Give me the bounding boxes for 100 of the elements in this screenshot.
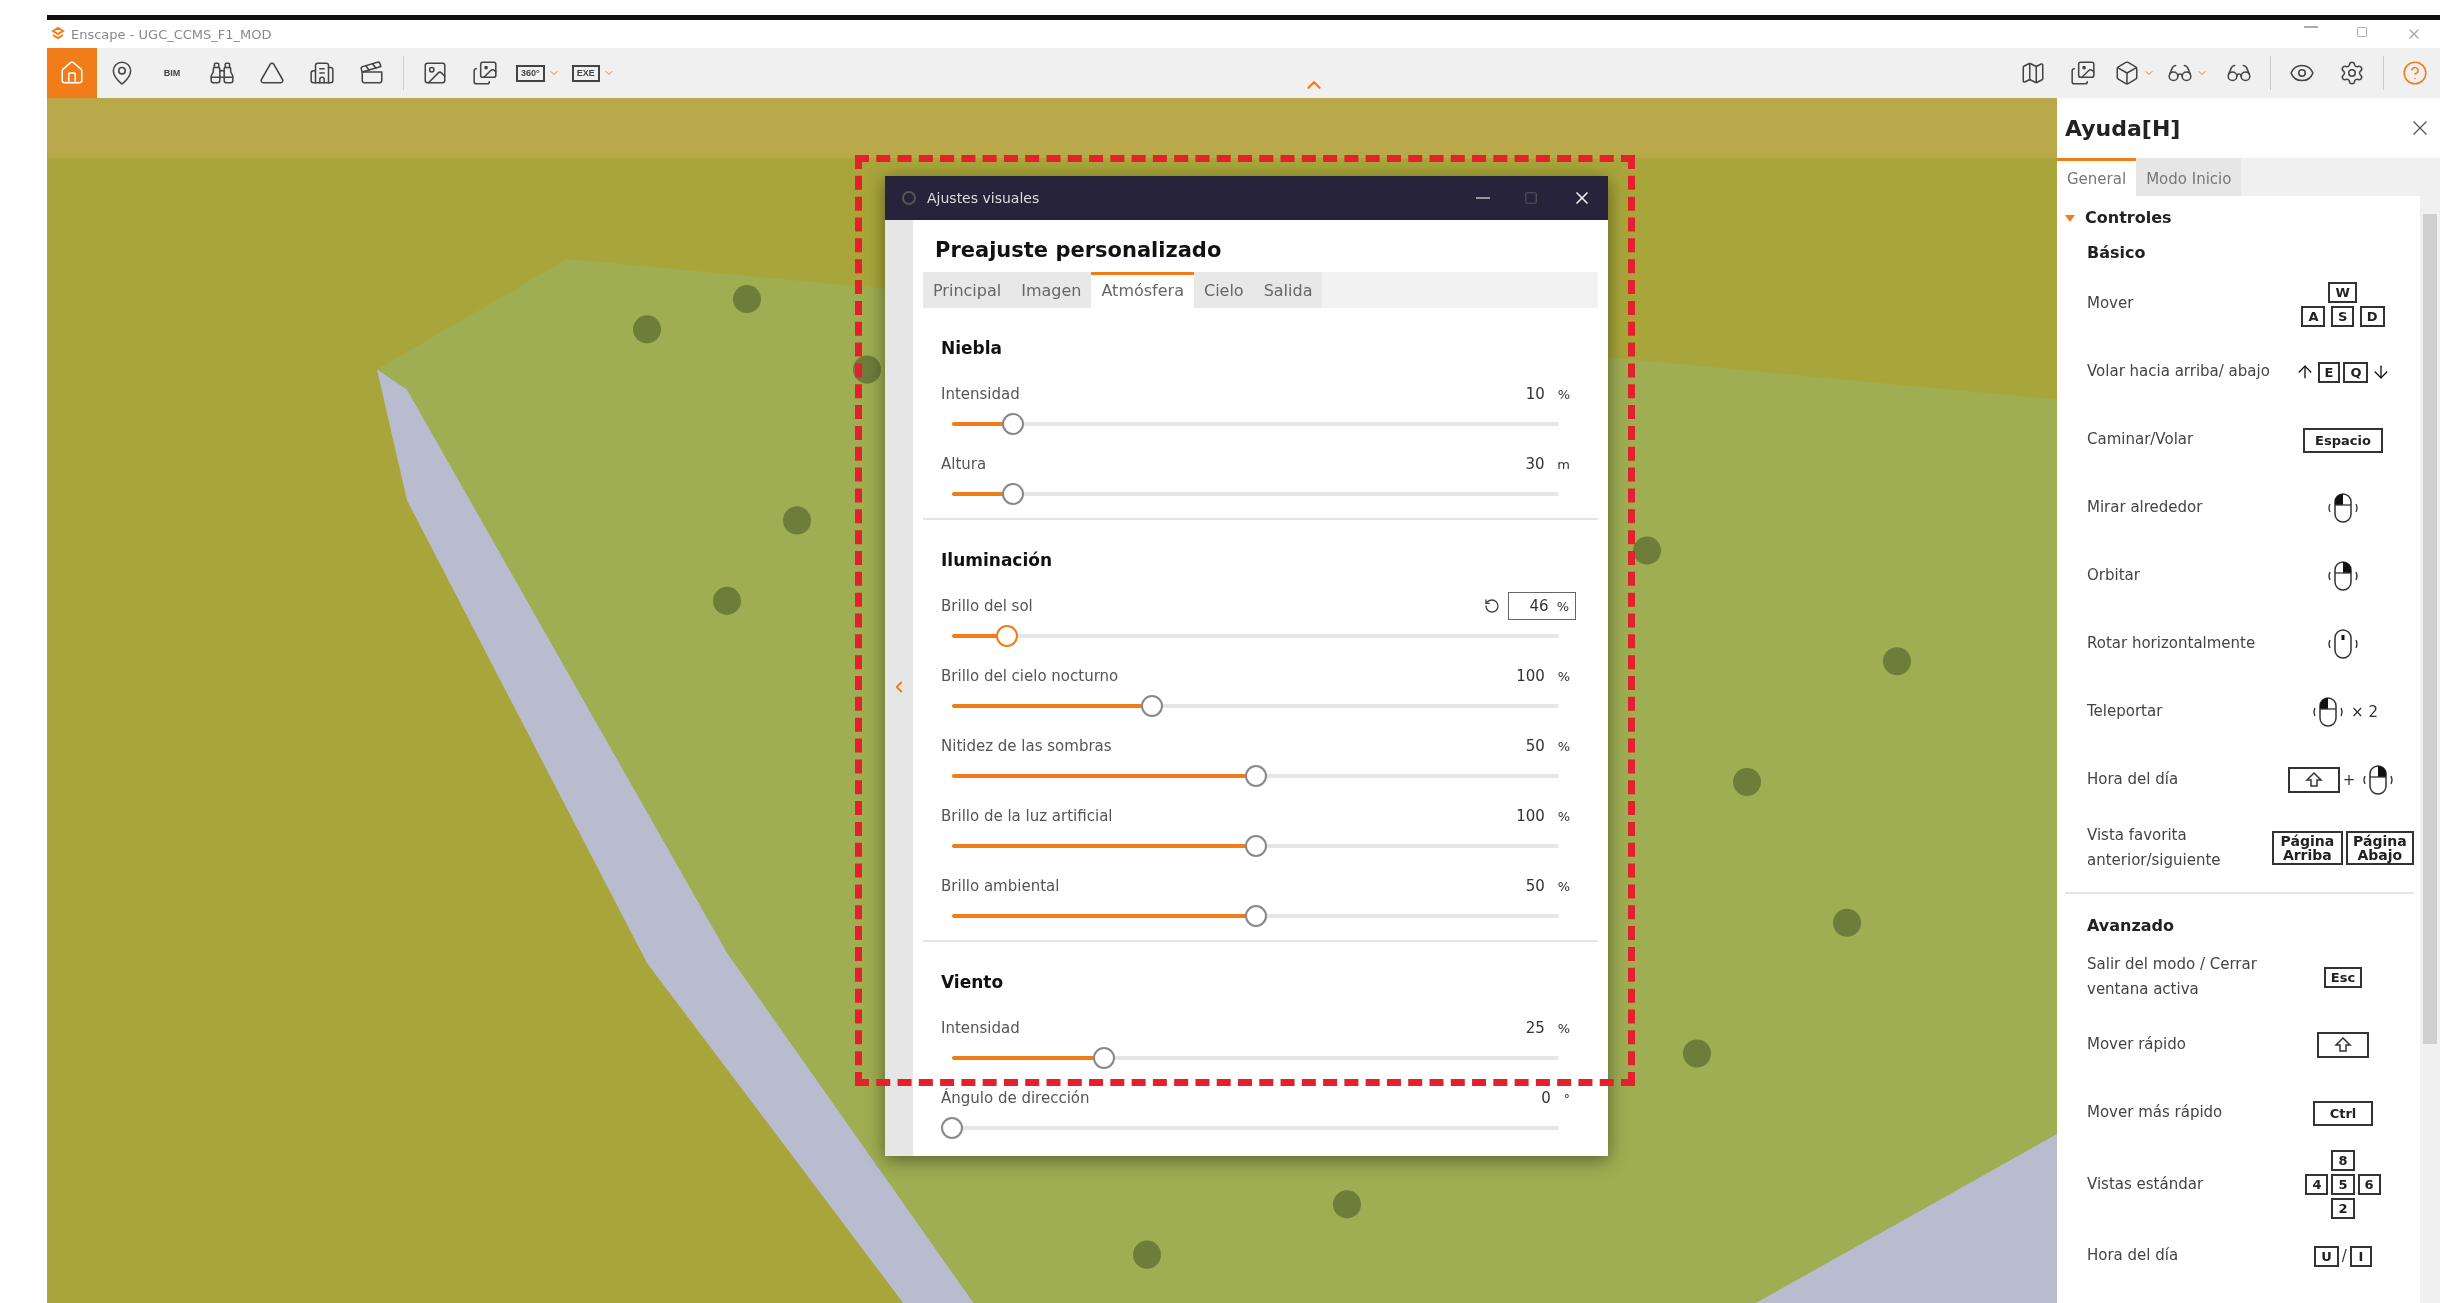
tab[interactable]: General <box>2057 158 2137 196</box>
tab[interactable]: Salida <box>1253 272 1323 308</box>
key-cap: E <box>2317 361 2341 383</box>
toolbar-button[interactable]: BIM <box>147 48 197 98</box>
maximize-button[interactable] <box>1524 191 1538 205</box>
key-cap: 8 <box>2331 1150 2355 1171</box>
section-title: Avanzado <box>2086 915 2175 937</box>
control-label: Hora del día <box>2087 1245 2180 1267</box>
key-cap: 4 <box>2305 1174 2329 1195</box>
section-title: Básico <box>2086 242 2147 264</box>
key-cap: I <box>2349 1245 2372 1267</box>
slider-label: Ángulo de dirección <box>941 1089 1090 1107</box>
building-icon <box>309 60 335 86</box>
slider-thumb[interactable] <box>1244 905 1267 927</box>
reset-icon <box>1484 598 1500 614</box>
toolbar-button[interactable]: EXE <box>565 48 621 98</box>
key-cap: D <box>2359 305 2385 327</box>
slider-thumb[interactable] <box>1141 695 1164 717</box>
slider-thumb[interactable] <box>995 625 1018 647</box>
slider-thumb[interactable] <box>1001 413 1024 435</box>
images-export-icon <box>472 60 498 86</box>
control-label: Caminar/Volar <box>2087 429 2195 451</box>
house-icon <box>59 60 85 86</box>
panel-title: Ayuda[H] <box>2065 115 2181 141</box>
maximize-icon <box>1524 191 1538 205</box>
map-icon <box>2020 60 2046 86</box>
slider-label: Brillo ambiental <box>941 877 1060 895</box>
slider-label: Brillo del cielo nocturno <box>941 667 1119 685</box>
control-label: Mover más rápido <box>2087 1102 2224 1124</box>
shift-key-icon <box>2287 767 2340 793</box>
key-cap: 5 <box>2331 1174 2355 1195</box>
tab[interactable]: Imagen <box>1011 272 1092 308</box>
app-logo-icon <box>51 27 65 41</box>
key-cap: Espacio <box>2303 427 2383 453</box>
control-label: Volar hacia arriba/ abajo <box>2087 361 2271 383</box>
tab[interactable]: Principal <box>923 272 1012 308</box>
slider-label: Intensidad <box>941 1019 1020 1037</box>
slider-thumb[interactable] <box>1092 1047 1115 1069</box>
slider-thumb[interactable] <box>941 1117 963 1139</box>
slider-reading: 0 ° <box>1541 1089 1571 1107</box>
window-title: Enscape - UGC_CCMS_F1_MOD <box>71 26 272 42</box>
slider-label: Brillo de la luz artificial <box>941 807 1113 825</box>
labeled-icon: EXE <box>571 64 600 82</box>
slider-label: Nitidez de las sombras <box>941 737 1112 755</box>
multiplier-text: × 2 <box>2351 703 2378 721</box>
slider-thumb[interactable] <box>1244 765 1267 787</box>
slider-thumb[interactable] <box>1001 483 1024 505</box>
dialog-title: Ajustes visuales <box>927 190 1040 206</box>
scrollbar[interactable] <box>2420 196 2440 1303</box>
key-cap: 2 <box>2331 1198 2355 1219</box>
section-title: Niebla <box>941 338 1004 358</box>
settings-icon <box>2339 60 2365 86</box>
dialog-logo-icon <box>901 190 917 206</box>
section-title: Iluminación <box>941 550 1054 570</box>
slider-reading: 50 % <box>1525 877 1571 895</box>
plus-text: + <box>2342 771 2356 789</box>
slider-reading: 10 % <box>1525 385 1571 403</box>
key-cap: A <box>2301 305 2326 327</box>
disclosure-triangle-icon <box>2065 212 2075 223</box>
section-title: Viento <box>941 972 1005 992</box>
tab[interactable]: Atmósfera <box>1091 272 1194 308</box>
slider-reading: 30 m <box>1525 455 1571 473</box>
value-field[interactable]: 46 % <box>1508 592 1576 620</box>
slider-reading: 100 % <box>1516 807 1571 825</box>
control-label: Hora del día <box>2087 769 2180 791</box>
control-label: Mirar alrededor <box>2087 497 2204 519</box>
control-label: Vistas estándar <box>2087 1173 2205 1195</box>
control-label: Mover rápido <box>2087 1034 2187 1056</box>
labeled-icon: BIM <box>160 66 184 80</box>
minimize-icon <box>1476 197 1490 199</box>
shift-key-icon <box>2317 1032 2369 1058</box>
slider-reading: 50 % <box>1525 737 1571 755</box>
key-cap: Q <box>2343 361 2369 383</box>
key-cap: 6 <box>2357 1174 2381 1195</box>
slider-label: Altura <box>941 455 987 473</box>
control-label: Vista favorita anterior/siguiente <box>2087 824 2222 871</box>
toolbar-button[interactable]: 360° <box>510 48 566 98</box>
minimize-icon <box>2304 26 2318 28</box>
key-cap: Esc <box>2323 966 2363 988</box>
cube-icon <box>2114 60 2140 86</box>
tab[interactable]: Cielo <box>1193 272 1254 308</box>
image-export-icon <box>422 60 448 86</box>
key-cap: U <box>2314 1245 2339 1267</box>
control-label: Teleportar <box>2087 701 2164 723</box>
control-label: Orbitar <box>2087 565 2141 587</box>
binoculars-icon <box>209 60 235 86</box>
key-cap: S <box>2330 305 2355 327</box>
slider-thumb[interactable] <box>1244 835 1267 857</box>
reset-button[interactable] <box>1484 598 1500 614</box>
control-label: Mover <box>2087 293 2135 315</box>
key-cap: Ctrl <box>2313 1100 2373 1126</box>
help-icon <box>2402 60 2428 86</box>
key-cap: W <box>2328 281 2357 303</box>
tab[interactable]: Modo Inicio <box>2136 158 2242 196</box>
slider-label: Brillo del sol <box>941 597 1033 615</box>
control-label: Salir del modo / Cerrar ventana activa <box>2087 953 2258 1000</box>
separator-text: / <box>2341 1247 2347 1265</box>
slider-label: Intensidad <box>941 385 1020 403</box>
group-header[interactable]: Controles <box>2065 200 2172 235</box>
slider-reading: 100 % <box>1516 667 1571 685</box>
